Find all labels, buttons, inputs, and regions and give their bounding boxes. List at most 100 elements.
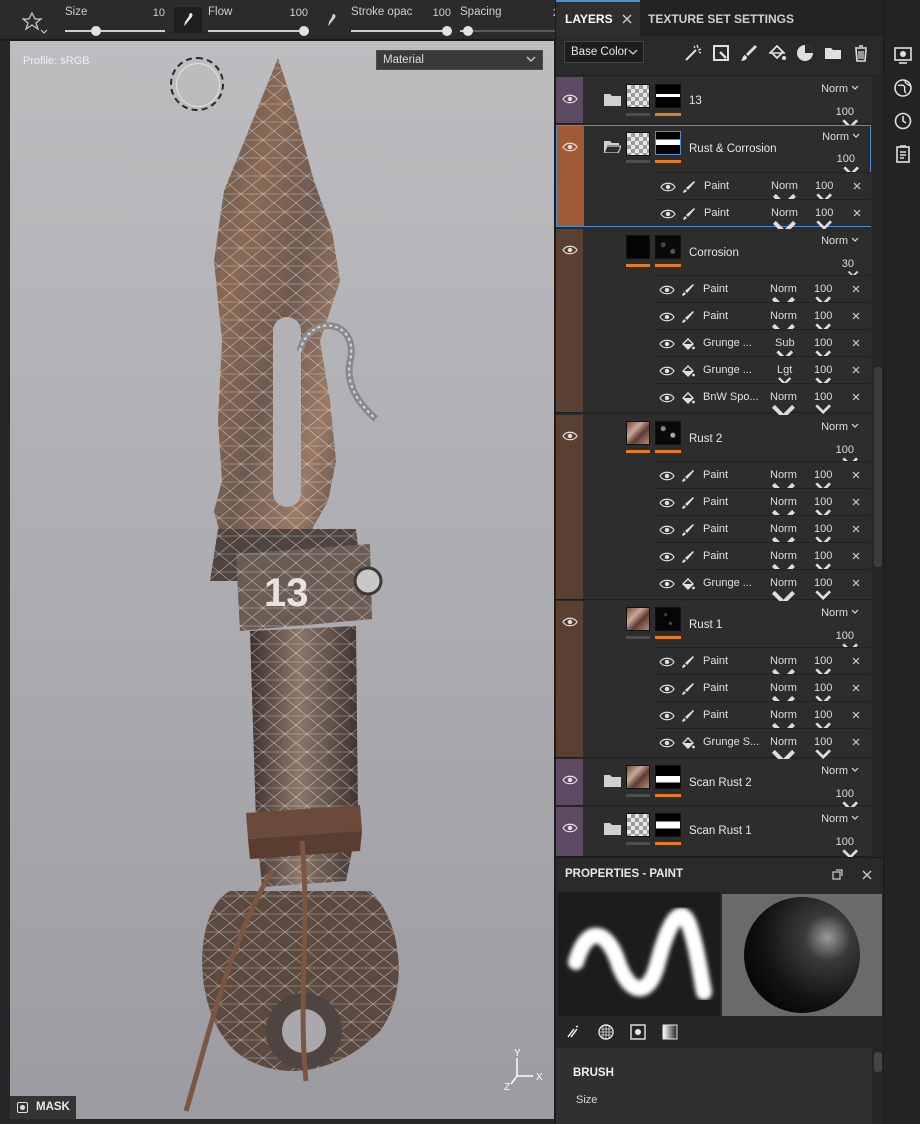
- sublayer-name[interactable]: Paint: [703, 550, 728, 562]
- remove-icon[interactable]: [851, 656, 861, 666]
- layer-row[interactable]: Rust & Corrosion Norm 100: [584, 126, 871, 177]
- tab-texture-set-settings[interactable]: TEXTURE SET SETTINGS: [648, 0, 798, 36]
- flow-slider[interactable]: Flow 100: [208, 6, 309, 36]
- layer-name[interactable]: Scan Rust 1: [689, 825, 752, 837]
- remove-icon[interactable]: [851, 497, 861, 507]
- blend-mode[interactable]: Norm: [822, 131, 860, 143]
- log-icon[interactable]: [893, 144, 913, 164]
- sublayer-name[interactable]: Paint: [703, 523, 728, 535]
- layer-name[interactable]: Rust 1: [689, 619, 722, 631]
- sublayer-name[interactable]: Grunge ...: [703, 364, 752, 376]
- remove-icon[interactable]: [852, 208, 862, 218]
- layer-name[interactable]: 13: [689, 95, 702, 107]
- size-slider[interactable]: Size 10: [65, 6, 165, 36]
- brush-preset-icon[interactable]: [21, 10, 50, 34]
- stroke-opacity-track[interactable]: [351, 30, 451, 32]
- material-tab-icon[interactable]: [661, 1023, 679, 1041]
- sublayer-name[interactable]: Paint: [703, 709, 728, 721]
- eye-icon[interactable]: [659, 551, 675, 563]
- remove-icon[interactable]: [852, 181, 862, 191]
- sublayer-name[interactable]: Grunge ...: [703, 577, 752, 589]
- add-effect-icon[interactable]: [682, 42, 704, 64]
- remove-icon[interactable]: [851, 551, 861, 561]
- eye-icon[interactable]: [659, 284, 675, 296]
- remove-icon[interactable]: [851, 338, 861, 348]
- layer-name[interactable]: Rust & Corrosion: [689, 143, 777, 155]
- eye-icon[interactable]: [562, 616, 578, 628]
- eye-icon[interactable]: [562, 141, 578, 153]
- eye-icon[interactable]: [659, 656, 675, 668]
- flow-pressure-toggle[interactable]: [318, 7, 346, 33]
- spacing-slider-handle[interactable]: [463, 26, 473, 36]
- sublayer-name[interactable]: Paint: [703, 469, 728, 481]
- layer-folder-13[interactable]: 13 Norm 100: [556, 77, 871, 130]
- eye-icon[interactable]: [659, 311, 675, 323]
- eye-icon[interactable]: [562, 93, 578, 105]
- layer-corrosion[interactable]: Corrosion Norm 30 Paint Norm 100 Paint N…: [556, 229, 871, 420]
- eye-icon[interactable]: [659, 737, 675, 749]
- sublayer-row[interactable]: Paint Norm 100: [653, 488, 871, 525]
- blend-mode[interactable]: Norm: [821, 607, 859, 619]
- mask-thumbnail[interactable]: [655, 607, 681, 631]
- sublayer-row[interactable]: Grunge S... Norm 100: [653, 728, 871, 765]
- sublayer-row[interactable]: Grunge ... Norm 100: [653, 569, 871, 606]
- sublayer-row[interactable]: Paint Norm 100: [653, 542, 871, 579]
- sublayer-name[interactable]: Paint: [703, 682, 728, 694]
- flow-value[interactable]: 100: [290, 7, 308, 19]
- remove-icon[interactable]: [851, 284, 861, 294]
- sublayer-row[interactable]: Paint Norm 100: [653, 674, 871, 711]
- size-slider-handle[interactable]: [91, 26, 101, 36]
- sublayer-name[interactable]: Paint: [703, 310, 728, 322]
- flow-track[interactable]: [208, 30, 308, 32]
- spacing-track[interactable]: [460, 30, 555, 32]
- undock-icon[interactable]: [830, 868, 844, 882]
- alpha-tab-icon[interactable]: [597, 1023, 615, 1041]
- close-icon[interactable]: [620, 12, 634, 26]
- eye-icon[interactable]: [659, 392, 675, 404]
- add-folder-icon[interactable]: [822, 42, 844, 64]
- sublayer-name[interactable]: Grunge ...: [703, 337, 752, 349]
- layers-scrollbar-thumb[interactable]: [874, 367, 882, 567]
- add-fill-layer-icon[interactable]: [766, 42, 788, 64]
- eye-icon[interactable]: [660, 181, 676, 193]
- folder-icon[interactable]: [604, 93, 621, 106]
- sublayer-row[interactable]: Paint Norm 100: [654, 172, 871, 209]
- sublayer-row[interactable]: Paint Norm 100: [653, 701, 871, 738]
- layer-rust-2[interactable]: Rust 2 Norm 100 Paint Norm 100 Paint Nor…: [556, 415, 871, 606]
- eye-icon[interactable]: [562, 430, 578, 442]
- opacity-value[interactable]: 100: [836, 836, 859, 857]
- mask-thumbnail[interactable]: [655, 421, 681, 445]
- sublayer-name[interactable]: Paint: [704, 207, 729, 219]
- blend-mode[interactable]: Norm: [821, 235, 859, 247]
- layer-folder-scan-rust-2[interactable]: Scan Rust 2 Norm 100: [556, 759, 871, 812]
- sublayer-row[interactable]: Paint Norm 100: [654, 199, 871, 236]
- remove-icon[interactable]: [851, 524, 861, 534]
- mask-thumbnail[interactable]: [655, 84, 681, 108]
- 3d-viewport[interactable]: Profile: sRGB Material 13 MASK Y X Z: [10, 41, 554, 1119]
- sublayer-row[interactable]: Paint Norm 100: [653, 275, 871, 312]
- eye-icon[interactable]: [659, 470, 675, 482]
- knife-model[interactable]: 13: [10, 41, 554, 1119]
- sublayer-row[interactable]: Grunge ... Sub 100: [653, 329, 871, 361]
- size-track[interactable]: [65, 30, 165, 32]
- size-value[interactable]: 10: [153, 7, 165, 19]
- eye-icon[interactable]: [659, 524, 675, 536]
- delete-layer-icon[interactable]: [850, 42, 872, 64]
- eye-icon[interactable]: [659, 338, 675, 350]
- stroke-opacity-value[interactable]: 100: [433, 7, 451, 19]
- mask-toggle-button[interactable]: MASK: [10, 1096, 76, 1119]
- sublayer-name[interactable]: Paint: [703, 496, 728, 508]
- layer-row[interactable]: Rust 2 Norm 100: [583, 415, 871, 468]
- eye-icon[interactable]: [659, 497, 675, 509]
- spacing-slider[interactable]: Spacing 2: [460, 6, 555, 36]
- eye-icon[interactable]: [659, 683, 675, 695]
- remove-icon[interactable]: [851, 365, 861, 375]
- remove-icon[interactable]: [851, 737, 861, 747]
- mask-thumbnail[interactable]: [655, 235, 681, 259]
- mask-thumbnail[interactable]: [655, 813, 681, 837]
- add-paint-layer-icon[interactable]: [738, 42, 760, 64]
- folder-open-icon[interactable]: [604, 140, 621, 153]
- layer-stack[interactable]: 13 Norm 100 Rust & Corrosion Norm 100 Pa…: [556, 77, 871, 857]
- blend-mode[interactable]: Norm: [821, 421, 859, 433]
- eye-icon[interactable]: [660, 208, 676, 220]
